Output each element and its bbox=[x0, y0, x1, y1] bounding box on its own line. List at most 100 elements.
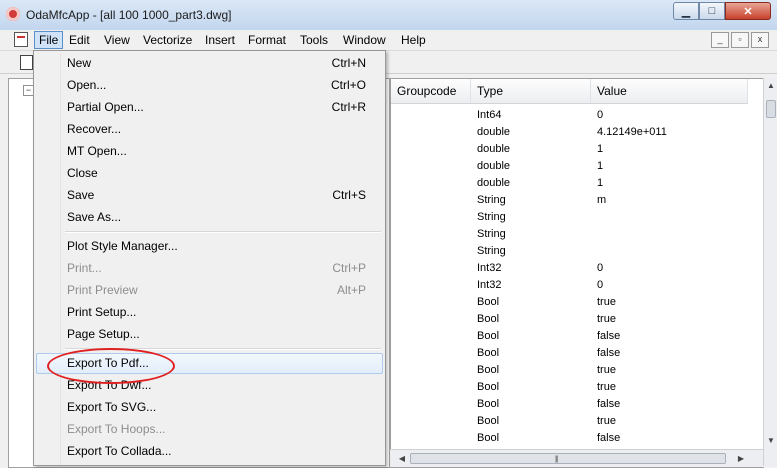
mdi-close-button[interactable]: x bbox=[751, 32, 769, 48]
column-header-groupcode[interactable]: Groupcode bbox=[391, 79, 471, 103]
table-row[interactable]: Int64 0 bbox=[391, 107, 748, 124]
vertical-scroll-thumb[interactable] bbox=[766, 100, 776, 118]
table-row[interactable]: double 1 bbox=[391, 141, 748, 158]
title-bar: OdaMfcApp - [all 100 1000_part3.dwg] ▁ □… bbox=[0, 0, 777, 31]
table-row[interactable]: Bool false bbox=[391, 396, 748, 413]
table-row[interactable]: String bbox=[391, 226, 748, 243]
menu-item-label: Save As... bbox=[67, 210, 122, 224]
cell-type: Bool bbox=[477, 313, 500, 325]
menu-item-open[interactable]: Open... Ctrl+O bbox=[36, 75, 383, 96]
table-row[interactable]: Int32 0 bbox=[391, 277, 748, 294]
horizontal-scroll-thumb[interactable]: ||| bbox=[410, 453, 726, 464]
table-row[interactable]: Bool true bbox=[391, 413, 748, 430]
maximize-button[interactable]: □ bbox=[699, 2, 725, 20]
menu-bar: File Edit View Vectorize Insert Format T… bbox=[0, 30, 777, 51]
menu-item-print[interactable]: Print... Ctrl+P bbox=[36, 258, 383, 279]
highlight-ellipse-annotation bbox=[47, 348, 175, 384]
menu-item-label: Open... bbox=[67, 78, 107, 92]
menu-item-shortcut: Alt+P bbox=[336, 283, 366, 297]
scroll-up-arrow-icon[interactable]: ▲ bbox=[764, 78, 777, 94]
menu-insert[interactable]: Insert bbox=[201, 32, 239, 48]
table-row[interactable]: String m bbox=[391, 192, 748, 209]
menu-item-save-as[interactable]: Save As... bbox=[36, 207, 383, 228]
table-row[interactable]: Bool false bbox=[391, 345, 748, 362]
cell-type: double bbox=[477, 143, 511, 155]
menu-item-shortcut: Ctrl+N bbox=[331, 56, 366, 70]
menu-item-close[interactable]: Close bbox=[36, 163, 383, 184]
menu-item-new[interactable]: New Ctrl+N bbox=[36, 53, 383, 74]
mdi-restore-button[interactable]: ▫ bbox=[731, 32, 749, 48]
menu-item-plot-style-manager[interactable]: Plot Style Manager... bbox=[36, 236, 383, 257]
menu-item-label: Save bbox=[67, 188, 95, 202]
cell-type: String bbox=[477, 245, 506, 257]
cell-value: 0 bbox=[597, 262, 604, 274]
column-header-type[interactable]: Type bbox=[471, 79, 591, 103]
menu-item-mt-open[interactable]: MT Open... bbox=[36, 141, 383, 162]
cell-value: 1 bbox=[597, 143, 604, 155]
menu-tools[interactable]: Tools bbox=[296, 32, 332, 48]
column-header-value[interactable]: Value bbox=[591, 79, 748, 103]
menu-window[interactable]: Window bbox=[339, 32, 390, 48]
cell-value: 4.12149e+011 bbox=[597, 126, 667, 138]
table-row[interactable]: Bool true bbox=[391, 311, 748, 328]
vertical-scrollbar[interactable]: ▲ ▼ bbox=[763, 78, 777, 466]
document-icon[interactable] bbox=[14, 32, 28, 47]
cell-value: false bbox=[597, 330, 621, 342]
cell-type: Bool bbox=[477, 381, 500, 393]
menu-view[interactable]: View bbox=[100, 32, 134, 48]
menu-edit[interactable]: Edit bbox=[65, 32, 94, 48]
menu-item-label: Export To SVG... bbox=[67, 400, 157, 414]
scroll-left-arrow-icon[interactable]: ◀ bbox=[395, 450, 409, 467]
cell-value: false bbox=[597, 432, 621, 444]
scroll-right-arrow-icon[interactable]: ▶ bbox=[734, 450, 748, 467]
menu-item-shortcut: Ctrl+R bbox=[331, 100, 366, 114]
table-row[interactable]: Bool true bbox=[391, 294, 748, 311]
menu-help[interactable]: Help bbox=[397, 32, 430, 48]
cell-value: true bbox=[597, 313, 616, 325]
table-row[interactable]: Bool true bbox=[391, 362, 748, 379]
cell-value: 1 bbox=[597, 177, 604, 189]
menu-item-label: Close bbox=[67, 166, 98, 180]
table-row[interactable]: Int32 0 bbox=[391, 260, 748, 277]
table-row[interactable]: Bool false bbox=[391, 328, 748, 345]
cell-type: String bbox=[477, 228, 506, 240]
table-row[interactable]: String bbox=[391, 243, 748, 260]
menu-item-export-to-collada[interactable]: Export To Collada... bbox=[36, 441, 383, 462]
menu-format[interactable]: Format bbox=[244, 32, 290, 48]
close-button[interactable]: ✕ bbox=[725, 2, 771, 20]
scroll-down-arrow-icon[interactable]: ▼ bbox=[764, 433, 777, 449]
menu-item-export-to-hoops[interactable]: Export To Hoops... bbox=[36, 419, 383, 440]
table-row[interactable]: Bool false bbox=[391, 430, 748, 447]
menu-item-save[interactable]: Save Ctrl+S bbox=[36, 185, 383, 206]
cell-type: double bbox=[477, 177, 511, 189]
menu-item-label: Print Setup... bbox=[67, 305, 137, 319]
menu-file[interactable]: File bbox=[34, 31, 64, 49]
mdi-minimize-button[interactable]: _ bbox=[711, 32, 729, 48]
menu-item-recover[interactable]: Recover... bbox=[36, 119, 383, 140]
minimize-button[interactable]: ▁ bbox=[673, 2, 699, 20]
app-icon[interactable] bbox=[6, 7, 20, 21]
menu-item-page-setup[interactable]: Page Setup... bbox=[36, 324, 383, 345]
cell-type: Bool bbox=[477, 432, 500, 444]
menu-item-print-preview[interactable]: Print Preview Alt+P bbox=[36, 280, 383, 301]
menu-item-print-setup[interactable]: Print Setup... bbox=[36, 302, 383, 323]
table-row[interactable]: String bbox=[391, 209, 748, 226]
new-document-icon[interactable] bbox=[20, 55, 33, 70]
table-row[interactable]: Bool true bbox=[391, 379, 748, 396]
menu-item-label: MT Open... bbox=[67, 144, 127, 158]
cell-value: false bbox=[597, 347, 621, 359]
cell-value: true bbox=[597, 364, 616, 376]
cell-type: Int32 bbox=[477, 279, 502, 291]
cell-value: 1 bbox=[597, 160, 604, 172]
menu-item-export-to-svg[interactable]: Export To SVG... bbox=[36, 397, 383, 418]
menu-item-label: Plot Style Manager... bbox=[67, 239, 178, 253]
horizontal-scrollbar[interactable]: ◀ ||| ▶ bbox=[390, 449, 763, 467]
table-row[interactable]: double 4.12149e+011 bbox=[391, 124, 748, 141]
menu-item-partial-open[interactable]: Partial Open... Ctrl+R bbox=[36, 97, 383, 118]
table-row[interactable]: double 1 bbox=[391, 175, 748, 192]
menu-item-label: Recover... bbox=[67, 122, 122, 136]
cell-type: Bool bbox=[477, 330, 500, 342]
table-row[interactable]: double 1 bbox=[391, 158, 748, 175]
menu-item-label: Page Setup... bbox=[67, 327, 140, 341]
menu-vectorize[interactable]: Vectorize bbox=[139, 32, 196, 48]
